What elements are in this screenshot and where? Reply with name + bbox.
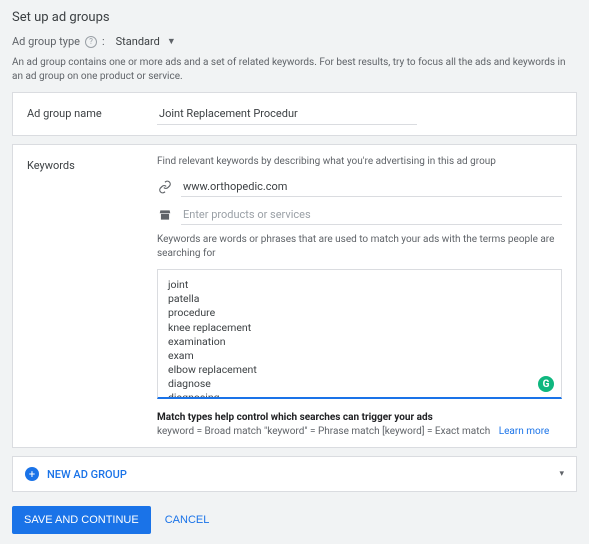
new-ad-group-label: NEW AD GROUP	[47, 468, 127, 481]
grammarly-icon[interactable]: G	[538, 376, 554, 392]
cancel-button[interactable]: CANCEL	[165, 514, 210, 526]
match-types-heading: Match types help control which searches …	[157, 412, 562, 423]
ad-group-name-label: Ad group name	[27, 103, 147, 125]
new-ad-group-card[interactable]: + NEW AD GROUP ▾	[12, 456, 577, 492]
url-input[interactable]	[181, 177, 562, 197]
chevron-down-icon[interactable]: ▾	[559, 469, 564, 479]
intro-text: An ad group contains one or more ads and…	[12, 56, 577, 84]
ad-group-name-card: Ad group name	[12, 92, 577, 136]
storefront-icon	[157, 208, 173, 222]
product-row	[157, 205, 562, 225]
learn-more-link[interactable]: Learn more	[499, 426, 550, 437]
plus-icon: +	[25, 467, 39, 481]
keywords-label: Keywords	[27, 155, 147, 437]
ad-group-type-label: Ad group type	[12, 35, 80, 48]
keywords-textarea[interactable]	[157, 269, 562, 399]
keywords-card: Keywords Find relevant keywords by descr…	[12, 144, 577, 448]
chevron-down-icon[interactable]: ▼	[167, 36, 176, 47]
ad-group-name-input[interactable]	[157, 103, 417, 125]
keywords-help-mid: Keywords are words or phrases that are u…	[157, 233, 562, 261]
colon: :	[102, 35, 105, 48]
footer: SAVE AND CONTINUE CANCEL	[12, 506, 577, 534]
match-types-body: keyword = Broad match "keyword" = Phrase…	[157, 426, 562, 437]
product-input[interactable]	[181, 205, 562, 225]
save-and-continue-button[interactable]: SAVE AND CONTINUE	[12, 506, 151, 534]
page-title: Set up ad groups	[12, 10, 577, 25]
url-row	[157, 177, 562, 197]
ad-group-type-value[interactable]: Standard	[116, 35, 160, 48]
match-types-text: keyword = Broad match "keyword" = Phrase…	[157, 426, 490, 437]
link-icon	[157, 180, 173, 194]
ad-group-type-row: Ad group type ? : Standard ▼	[12, 35, 577, 48]
keywords-help-top: Find relevant keywords by describing wha…	[157, 155, 562, 169]
help-icon[interactable]: ?	[85, 36, 97, 48]
